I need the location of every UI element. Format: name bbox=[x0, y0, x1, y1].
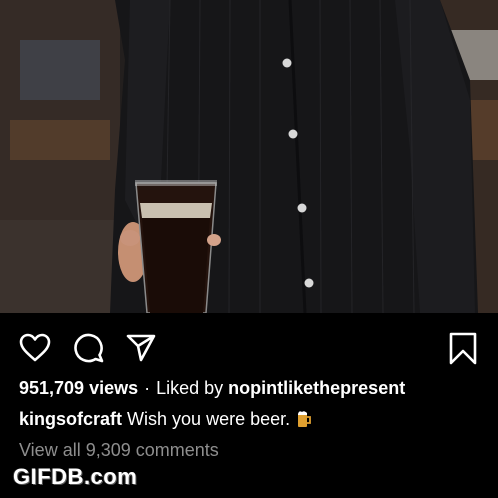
views-count[interactable]: 951,709 views bbox=[19, 378, 138, 398]
heart-icon[interactable] bbox=[19, 333, 51, 363]
post-video[interactable] bbox=[0, 0, 498, 313]
paper-plane-icon[interactable] bbox=[125, 333, 157, 363]
liked-by-label: Liked by bbox=[156, 378, 224, 398]
author-username[interactable]: kingsofcraft bbox=[19, 409, 122, 429]
view-all-comments-link[interactable]: View all 9,309 comments bbox=[19, 440, 219, 461]
views-and-likes: 951,709 views · Liked by nopintlikethepres… bbox=[19, 378, 405, 399]
comment-icon[interactable] bbox=[73, 332, 105, 364]
video-frame bbox=[0, 0, 498, 313]
beer-mug-icon bbox=[296, 410, 312, 433]
watermark: GIFDB.com bbox=[13, 464, 138, 489]
bookmark-icon[interactable] bbox=[448, 332, 478, 366]
separator-dot: · bbox=[144, 378, 151, 398]
caption-text: Wish you were beer. bbox=[127, 409, 291, 429]
caption: kingsofcraft Wish you were beer. bbox=[19, 409, 312, 433]
liked-by-username[interactable]: nopintlikethepresent bbox=[228, 378, 405, 398]
